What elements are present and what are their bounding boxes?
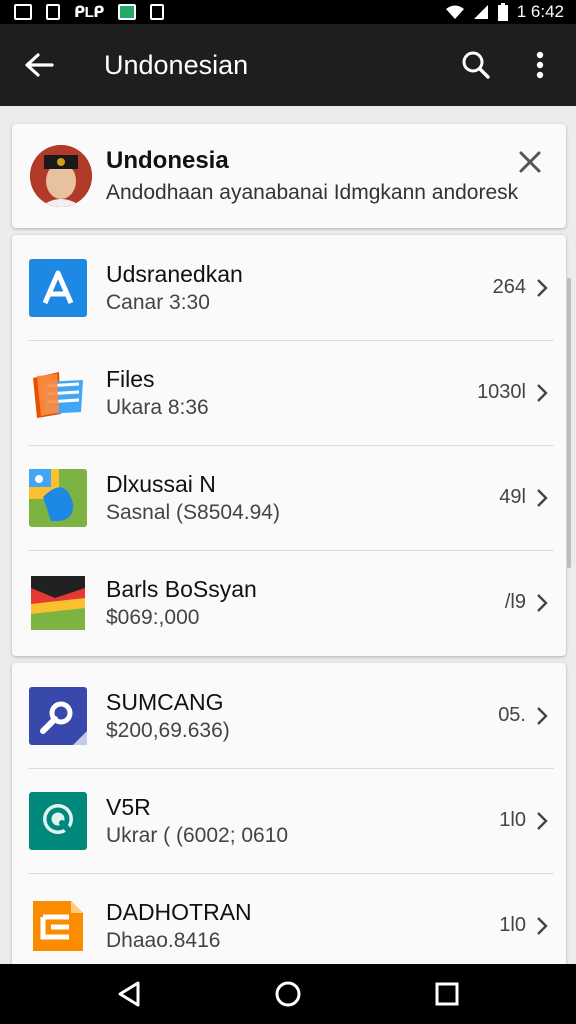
status-carrier: ᑭLᑭ <box>74 4 104 21</box>
nav-recents-button[interactable] <box>427 974 467 1014</box>
notification-card[interactable]: Undonesia Andodhaan ayanabanai Idmgkann … <box>12 124 566 228</box>
chevron-right-icon <box>537 811 548 830</box>
more-options-button[interactable] <box>508 24 572 106</box>
list-item-value: /l9 <box>504 591 526 613</box>
list-item[interactable]: V5R Ukrar ( (6002; 0610 1l0 <box>12 768 566 873</box>
close-button[interactable] <box>516 148 544 176</box>
list-item-value: 1l0 <box>499 809 526 831</box>
list-item-subtitle: Dhaao.8416 <box>106 928 221 952</box>
avatar <box>30 145 92 207</box>
scrollbar[interactable] <box>567 278 571 568</box>
list-item-value: 49l <box>499 486 526 508</box>
list-item-title: V5R <box>106 793 151 820</box>
list-item-title: Dlxussai N <box>106 470 216 497</box>
chevron-right-icon <box>537 916 548 935</box>
list-item-title: Barls BoSsyan <box>106 575 257 602</box>
battery-icon <box>497 3 508 21</box>
chevron-right-icon <box>537 278 548 297</box>
layers-icon <box>29 574 87 632</box>
app-list-primary: Udsranedkan Canar 3:30 264 Files Ukara 8… <box>12 235 566 656</box>
list-item[interactable]: Dlxussai N Sasnal (S8504.94) 49l <box>12 445 566 550</box>
arrow-left-icon <box>25 53 54 77</box>
list-item[interactable]: Udsranedkan Canar 3:30 264 <box>12 235 566 340</box>
list-item-title: Udsranedkan <box>106 260 243 287</box>
list-item[interactable]: DADHOTRAN Dhaao.8416 1l0 <box>12 873 566 978</box>
app-bar: Undonesian <box>0 24 576 106</box>
list-item-subtitle: Canar 3:30 <box>106 290 210 314</box>
list-item-value: 264 <box>492 276 526 298</box>
nav-back-button[interactable] <box>109 974 149 1014</box>
app-list-secondary: SUMCANG $200,69.636) 05. V5R Ukrar ( (60… <box>12 663 566 973</box>
navigation-bar <box>0 964 576 1024</box>
back-button[interactable] <box>0 24 78 106</box>
status-bar: ᑭLᑭ 1 6:42 <box>0 0 576 24</box>
list-item-title: Files <box>106 365 155 392</box>
list-item-subtitle: $200,69.636) <box>106 718 230 742</box>
close-icon <box>519 151 541 173</box>
document-icon <box>149 4 164 20</box>
circle-home-icon <box>275 981 301 1007</box>
list-item-title: DADHOTRAN <box>106 898 252 925</box>
notification-title: Undonesia <box>106 147 229 174</box>
signal-icon <box>473 5 488 19</box>
list-item-subtitle: Sasnal (S8504.94) <box>106 500 280 524</box>
search-app-icon <box>29 686 87 745</box>
list-item[interactable]: Barls BoSsyan $069:,000 /l9 <box>12 550 566 655</box>
app-store-icon <box>29 258 87 317</box>
chevron-right-icon <box>537 593 548 612</box>
square-recents-icon <box>435 982 459 1006</box>
sim-icon <box>46 4 60 20</box>
status-time: 1 6:42 <box>516 2 564 21</box>
more-vert-icon <box>536 51 544 79</box>
list-item-value: 1l0 <box>499 914 526 936</box>
document-app-icon <box>29 897 87 955</box>
q-app-icon <box>29 791 87 850</box>
chevron-right-icon <box>537 383 548 402</box>
list-item-subtitle: Ukara 8:36 <box>106 395 209 419</box>
triangle-back-icon <box>118 981 140 1007</box>
list-item[interactable]: SUMCANG $200,69.636) 05. <box>12 663 566 768</box>
maps-icon <box>29 468 87 527</box>
list-item-value: 05. <box>498 704 526 726</box>
list-item-subtitle: Ukrar ( (6002; 0610 <box>106 823 289 847</box>
image-icon <box>117 4 136 20</box>
wifi-icon <box>445 5 464 19</box>
page-title: Undonesian <box>104 49 249 80</box>
notification-icon <box>14 4 32 20</box>
search-button[interactable] <box>444 24 508 106</box>
list-item-value: 1030l <box>477 381 526 403</box>
chevron-right-icon <box>537 706 548 725</box>
search-icon <box>462 51 490 79</box>
list-item-title: SUMCANG <box>106 688 224 715</box>
chevron-right-icon <box>537 488 548 507</box>
files-icon <box>29 364 87 422</box>
list-item[interactable]: Files Ukara 8:36 1030l <box>12 340 566 445</box>
nav-home-button[interactable] <box>268 974 308 1014</box>
notification-subtitle: Andodhaan ayanabanai Idmgkann andoresk <box>106 181 519 204</box>
list-item-subtitle: $069:,000 <box>106 605 200 629</box>
